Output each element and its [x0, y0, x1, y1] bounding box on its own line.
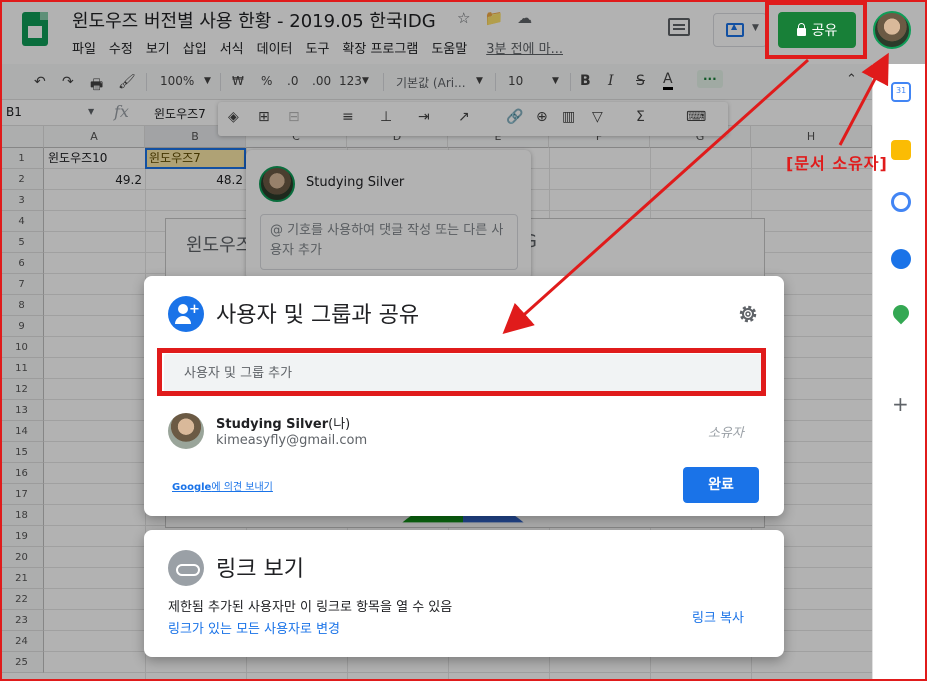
- owner-name: Studying Silver(나): [216, 413, 350, 432]
- link-dialog: 링크 보기 제한됨 추가된 사용자만 이 링크로 항목을 열 수 있음 링크가 …: [144, 530, 784, 657]
- owner-me-suffix: (나): [328, 417, 351, 432]
- add-people-input[interactable]: 사용자 및 그룹 추가: [164, 354, 762, 394]
- add-addon-icon[interactable]: +: [892, 392, 909, 416]
- calendar-icon[interactable]: 31: [891, 82, 911, 102]
- account-avatar[interactable]: [873, 11, 911, 49]
- copy-link-button[interactable]: 링크 복사: [692, 607, 744, 626]
- feedback-text: 에 의견 보내기: [211, 482, 273, 493]
- owner-name-text: Studying Silver: [216, 417, 329, 432]
- avatar: [168, 413, 204, 449]
- owner-role: 소유자: [708, 426, 744, 441]
- done-button[interactable]: 완료: [683, 467, 759, 503]
- share-dialog: 사용자 및 그룹과 공유 사용자 및 그룹 추가 Studying Silver…: [144, 276, 784, 516]
- contacts-icon[interactable]: [891, 249, 911, 269]
- send-feedback-link[interactable]: Google에 의견 보내기: [172, 478, 273, 493]
- owner-annotation-label: [문서 소유자]: [786, 154, 888, 173]
- settings-gear-icon[interactable]: [736, 302, 760, 326]
- keep-icon[interactable]: [891, 140, 911, 160]
- feedback-google: Google: [172, 482, 212, 493]
- maps-icon[interactable]: [889, 301, 913, 325]
- owner-email: kimeasyfly@gmail.com: [216, 433, 368, 448]
- lock-icon: [796, 22, 806, 36]
- share-button[interactable]: 공유: [778, 12, 856, 48]
- tasks-icon[interactable]: [891, 192, 911, 212]
- link-icon: [168, 550, 204, 586]
- link-dialog-title: 링크 보기: [216, 557, 304, 582]
- share-dialog-title: 사용자 및 그룹과 공유: [216, 303, 420, 328]
- link-access-description: 제한됨 추가된 사용자만 이 링크로 항목을 열 수 있음: [168, 600, 453, 615]
- change-link-access[interactable]: 링크가 있는 모든 사용자로 변경: [168, 618, 340, 637]
- add-person-icon: [168, 296, 204, 332]
- share-button-label: 공유: [811, 23, 838, 39]
